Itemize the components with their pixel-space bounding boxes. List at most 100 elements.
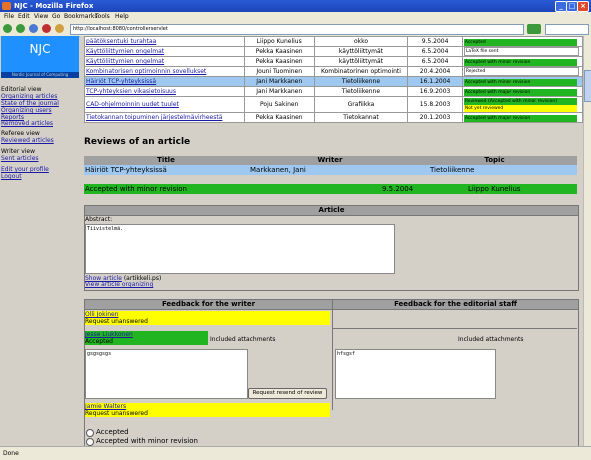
home-icon[interactable] [55, 24, 64, 33]
feedback-divider [332, 310, 333, 410]
included-attachments-label-2: Included attachments [458, 336, 524, 343]
decision-status: Accepted with minor revision [85, 185, 187, 193]
article-date: 16.9.2003 [407, 86, 463, 97]
article-date: 6.5.2004 [407, 46, 463, 57]
articles-table: päätöksentuki turahtaa Liippo Kunelius okk… [84, 36, 583, 123]
menu-bar: File Edit View Go Bookmarks Tools Help [0, 12, 591, 22]
article-person: Pekka Kaasinen [243, 112, 315, 123]
radio-accepted-label: Accepted [96, 428, 129, 436]
article-row[interactable]: TCP-yhteyksien vikasietoisuus Jani Markka… [84, 86, 583, 97]
article-status-badge: Accepted with major revision [463, 88, 577, 96]
col-writer-header: Writer [248, 156, 412, 165]
reviewer-jamie: Jamie Walters Request unanswered [85, 403, 330, 417]
article-status-cell: Accepted with major revision [461, 112, 583, 123]
back-icon[interactable] [3, 24, 12, 33]
nav-sent-articles[interactable]: Sent articles [1, 155, 39, 162]
article-title-link[interactable]: päätöksentuki turahtaa [84, 36, 245, 47]
article-status-cell: Rejected [461, 66, 583, 77]
writer-feedback-textarea[interactable]: gsgsgsgs [85, 349, 248, 399]
menu-edit[interactable]: Edit [18, 13, 30, 20]
article-date: 6.5.2004 [407, 56, 463, 67]
radio-minor-revision-label: Accepted with minor revision [96, 437, 198, 445]
nav-logout[interactable]: Logout [1, 173, 22, 180]
article-person: Jani Markkanen [243, 86, 315, 97]
menu-go[interactable]: Go [52, 13, 60, 20]
article-row[interactable]: Häiriöt TCP-yhteyksissä Jani Markkanen Tie… [84, 76, 583, 87]
article-date: 20.4.2004 [407, 66, 463, 77]
window-title: NJC - Mozilla Firefox [14, 2, 94, 10]
article-topic: Kombinatorinen optimointi [313, 66, 409, 77]
search-input[interactable] [545, 24, 589, 35]
nav-organizing-users[interactable]: Organizing users [1, 107, 52, 114]
editorial-row-divider [332, 328, 577, 329]
article-row[interactable]: Käyttöliittymien ongelmat Pekka Kaasinen k… [84, 56, 583, 67]
reviewer-name[interactable]: Olli Jokinen [85, 311, 330, 318]
view-article-organizing-link[interactable]: View article organizing [85, 281, 153, 288]
article-status-badge: Reviewed (Accepted with minor revision) [463, 98, 577, 105]
nav-reviewed-articles[interactable]: Reviewed articles [1, 137, 54, 144]
reviewer-jesse: Jesse Liukkonen Accepted [85, 331, 208, 345]
article-row[interactable]: Tietokannan toipuminen järjestelmävirhee… [84, 112, 583, 123]
reviewer-state: Request unanswered [85, 410, 148, 417]
article-title-link[interactable]: Tietokannan toipuminen järjestelmävirhee… [84, 112, 245, 123]
nav-removed-articles[interactable]: Removed articles [1, 120, 53, 127]
reviewer-name[interactable]: Jesse Liukkonen [85, 331, 208, 338]
menu-tools[interactable]: Tools [95, 13, 110, 20]
article-status-badge: LaTeX file sent [463, 47, 579, 56]
radio-accepted[interactable] [86, 429, 94, 437]
article-person: Poju Sakinen [243, 96, 315, 113]
menu-view[interactable]: View [34, 13, 48, 20]
article-title-link[interactable]: Käyttöliittymien ongelmat [84, 46, 245, 57]
article-status-badge: Accepted with minor revision [463, 58, 577, 66]
review-topic: Tietoliikenne [430, 166, 475, 174]
article-title-link[interactable]: Käyttöliittymien ongelmat [84, 56, 245, 67]
editorial-view-heading: Editorial view [1, 86, 42, 93]
article-row[interactable]: CAD-ohjelmoinnin uudet tuulet Poju Sakine… [84, 96, 583, 113]
stop-icon[interactable] [42, 24, 51, 33]
nav-edit-profile[interactable]: Edit your profile [1, 166, 49, 173]
close-button[interactable]: × [577, 1, 589, 12]
abstract-textarea[interactable]: Tiivistelmä. [85, 224, 395, 274]
article-title-link[interactable]: CAD-ohjelmoinnin uudet tuulet [84, 96, 245, 113]
reload-icon[interactable] [29, 24, 38, 33]
article-row[interactable]: Kombinatorisen optimoinnin sovellukset Jo… [84, 66, 583, 77]
menu-bookmarks[interactable]: Bookmarks [64, 13, 98, 20]
forward-icon[interactable] [16, 24, 25, 33]
referee-view-heading: Referee view [1, 130, 40, 137]
nav-organizing-articles[interactable]: Organizing articles [1, 93, 57, 100]
njc-logo: NJC [1, 36, 79, 76]
article-date: 16.1.2004 [407, 76, 463, 87]
reviewer-name[interactable]: Jamie Walters [85, 403, 330, 410]
feedback-editorial-header: Feedback for the editorial staff [332, 299, 579, 310]
radio-minor-revision[interactable] [86, 438, 94, 446]
article-date: 15.8.2003 [407, 96, 463, 113]
col-topic-header: Topic [412, 156, 577, 165]
scrollbar-thumb[interactable] [584, 70, 591, 102]
article-title-link[interactable]: Häiriöt TCP-yhteyksissä [84, 76, 245, 87]
article-row[interactable]: Käyttöliittymien ongelmat Pekka Kaasinen k… [84, 46, 583, 57]
article-status-badge-secondary: Not yet reviewed [463, 105, 577, 112]
editorial-feedback-textarea[interactable]: hfsgsf [335, 349, 496, 399]
url-input[interactable]: http://localhost:8080/controllerservlet [70, 24, 524, 35]
status-bar: Done [0, 446, 591, 460]
menu-help[interactable]: Help [115, 13, 129, 20]
article-person: Pekka Kaasinen [243, 46, 315, 57]
reviewer-state: Request unanswered [85, 318, 148, 325]
reviewer-olli: Olli Jokinen Request unanswered [85, 311, 330, 325]
article-row[interactable]: päätöksentuki turahtaa Liippo Kunelius okk… [84, 36, 583, 47]
article-date: 20.1.2003 [407, 112, 463, 123]
go-button[interactable] [527, 24, 541, 34]
article-person: Jouni Tuominen [243, 66, 315, 77]
nav-state-of-journal[interactable]: State of the journal [1, 100, 59, 107]
article-topic: käyttöliittymät [313, 46, 409, 57]
article-topic: Tietoliikenne [313, 76, 409, 87]
article-status-cell: Accepted [461, 36, 583, 47]
article-topic: Grafiikka [313, 96, 409, 113]
article-title-link[interactable]: Kombinatorisen optimoinnin sovellukset [84, 66, 245, 77]
main-content: päätöksentuki turahtaa Liippo Kunelius okk… [80, 36, 583, 446]
request-resend-button[interactable]: Request resend of review [248, 388, 327, 399]
menu-file[interactable]: File [4, 13, 14, 20]
article-title-link[interactable]: TCP-yhteyksien vikasietoisuus [84, 86, 245, 97]
reviews-heading: Reviews of an article [84, 137, 191, 147]
article-status-cell: Accepted with major revision [461, 86, 583, 97]
